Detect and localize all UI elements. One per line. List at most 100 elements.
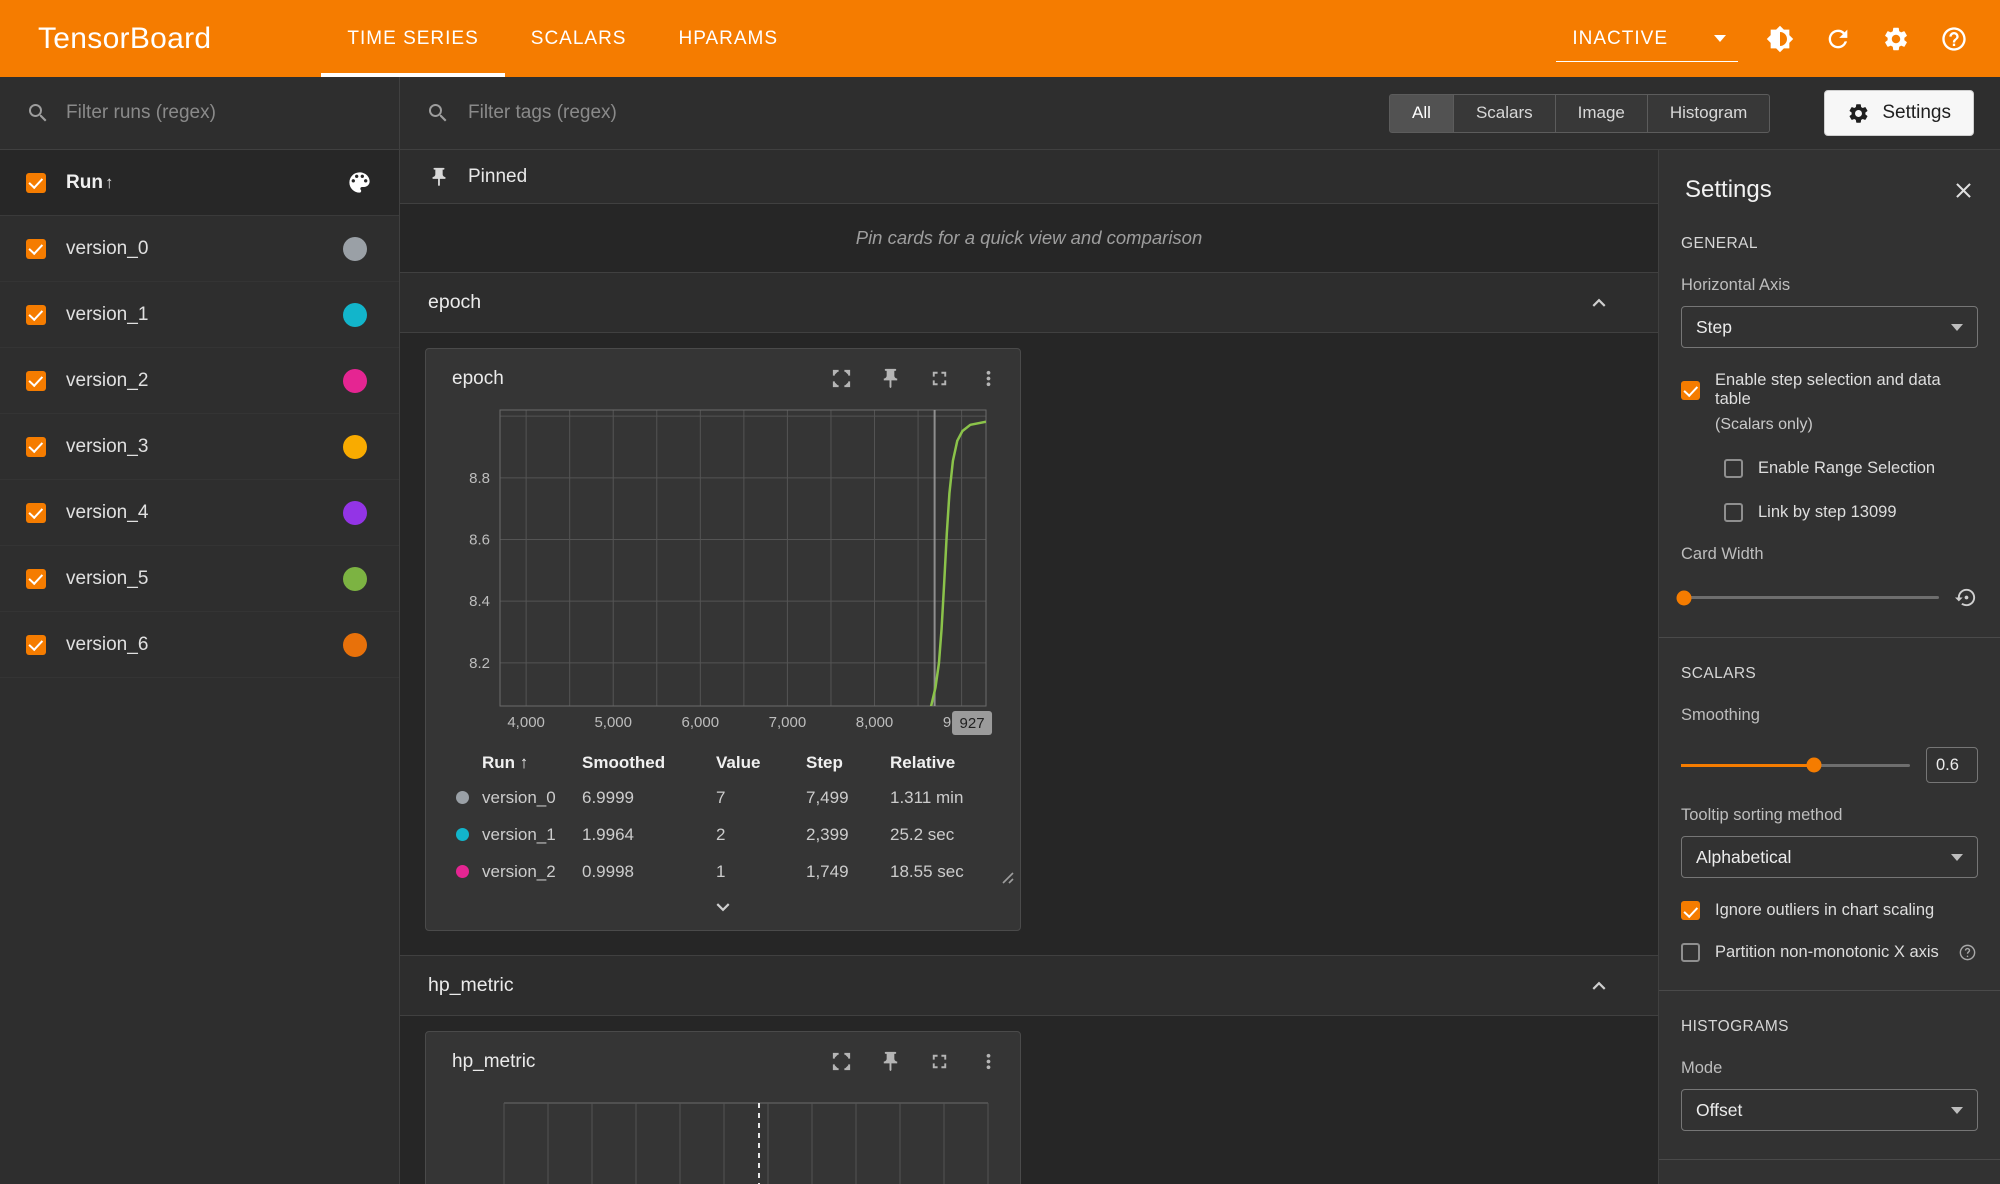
filter-image-button[interactable]: Image: [1555, 94, 1648, 133]
chevron-up-icon[interactable]: [1586, 973, 1612, 999]
fit-to-data-icon[interactable]: [830, 1050, 853, 1073]
tags-filter-input[interactable]: [468, 102, 1371, 124]
run-checkbox[interactable]: [26, 305, 46, 325]
section-title: hp_metric: [428, 974, 514, 997]
global-settings-button[interactable]: [1880, 23, 1912, 55]
nav-tabs: TIME SERIES SCALARS HPARAMS: [321, 0, 804, 77]
partition-x-axis-checkbox[interactable]: [1681, 943, 1700, 962]
open-settings-button[interactable]: Settings: [1824, 90, 1974, 136]
help-button[interactable]: [1938, 23, 1970, 55]
cell-value: 2: [716, 825, 806, 845]
settings-title: Settings: [1685, 176, 1772, 204]
step-selection-row[interactable]: Enable step selection and data table: [1681, 371, 1978, 409]
hp-metric-chart[interactable]: [438, 1079, 998, 1184]
ignore-outliers-row[interactable]: Ignore outliers in chart scaling: [1681, 901, 1978, 920]
more-options-icon[interactable]: [977, 1050, 1000, 1073]
run-checkbox[interactable]: [26, 371, 46, 391]
run-row-version-6[interactable]: version_6: [0, 612, 399, 678]
section-header-hp-metric[interactable]: hp_metric: [400, 955, 1658, 1016]
run-row-version-3[interactable]: version_3: [0, 414, 399, 480]
section-header-epoch[interactable]: epoch: [400, 272, 1658, 333]
cell-smoothed: 0.9998: [582, 862, 716, 882]
run-row-version-1[interactable]: version_1: [0, 282, 399, 348]
card-width-slider[interactable]: [1681, 596, 1939, 599]
fit-to-data-icon[interactable]: [830, 367, 853, 390]
refresh-button[interactable]: [1822, 23, 1854, 55]
svg-text:927: 927: [960, 715, 985, 732]
run-color-dot: [456, 865, 469, 878]
divider: [1659, 1159, 2000, 1160]
resize-handle[interactable]: [999, 869, 1014, 884]
slider-thumb[interactable]: [1676, 590, 1691, 605]
partition-x-axis-row[interactable]: Partition non-monotonic X axis: [1681, 943, 1978, 962]
col-value[interactable]: Value: [716, 753, 806, 773]
smoothing-slider-row: [1681, 747, 1978, 783]
col-run[interactable]: Run ↑: [482, 753, 582, 773]
horizontal-axis-select[interactable]: Step: [1681, 306, 1978, 348]
run-name: version_2: [66, 370, 148, 392]
header-actions: INACTIVE: [1556, 0, 2000, 77]
cell-relative: 18.55 sec: [890, 862, 1002, 882]
range-selection-checkbox[interactable]: [1724, 459, 1743, 478]
tab-scalars[interactable]: SCALARS: [505, 0, 653, 77]
gear-icon: [1847, 102, 1870, 125]
cell-relative: 1.311 min: [890, 788, 1002, 808]
smoothing-value-input[interactable]: [1926, 747, 1978, 783]
filter-histogram-button[interactable]: Histogram: [1647, 94, 1770, 133]
dashboard: Pinned Pin cards for a quick view and co…: [400, 150, 1659, 1184]
run-checkbox[interactable]: [26, 437, 46, 457]
app-body: Run↑ version_0 version_1 version_2 versi: [0, 77, 2000, 1184]
run-checkbox[interactable]: [26, 503, 46, 523]
chevron-up-icon[interactable]: [1586, 290, 1612, 316]
selected-value: Offset: [1696, 1100, 1742, 1121]
run-row-version-4[interactable]: version_4: [0, 480, 399, 546]
pin-icon[interactable]: [879, 367, 902, 390]
filter-all-button[interactable]: All: [1389, 94, 1454, 133]
chevron-down-icon[interactable]: [710, 894, 736, 920]
ignore-outliers-checkbox[interactable]: [1681, 901, 1700, 920]
tab-time-series[interactable]: TIME SERIES: [321, 0, 504, 77]
close-icon[interactable]: [1951, 178, 1976, 203]
palette-icon[interactable]: [346, 169, 373, 196]
pin-icon[interactable]: [879, 1050, 902, 1073]
epoch-line-chart[interactable]: 4,0005,0006,0007,0008,0009,0008.88.68.48…: [438, 396, 998, 736]
tags-toolbar: All Scalars Image Histogram Settings: [400, 77, 2000, 150]
cell-run: version_2: [482, 862, 582, 882]
cell-run: version_1: [482, 825, 582, 845]
tag-type-filter-group: All Scalars Image Histogram: [1389, 94, 1770, 133]
run-color-dot: [343, 369, 367, 393]
settings-panel-header: Settings: [1681, 150, 1978, 208]
reset-card-width-icon[interactable]: [1955, 586, 1978, 609]
tab-label: HPARAMS: [678, 28, 778, 50]
col-step[interactable]: Step: [806, 753, 890, 773]
run-checkbox[interactable]: [26, 635, 46, 655]
filter-scalars-button[interactable]: Scalars: [1453, 94, 1556, 133]
smoothing-slider[interactable]: [1681, 764, 1910, 767]
more-options-icon[interactable]: [977, 367, 1000, 390]
help-icon[interactable]: [1958, 943, 1977, 962]
hp-metric-card-area: hp_metric: [400, 1016, 1658, 1184]
table-header-row: Run ↑ Smoothed Value Step Relative: [456, 746, 1020, 779]
select-all-runs-checkbox[interactable]: [26, 173, 46, 193]
range-selection-row[interactable]: Enable Range Selection: [1724, 459, 1978, 478]
run-row-version-2[interactable]: version_2: [0, 348, 399, 414]
tooltip-sort-select[interactable]: Alphabetical: [1681, 836, 1978, 878]
runs-filter-input[interactable]: [66, 102, 373, 124]
col-relative[interactable]: Relative: [890, 753, 1002, 773]
col-smoothed[interactable]: Smoothed: [582, 753, 716, 773]
run-checkbox[interactable]: [26, 239, 46, 259]
run-row-version-0[interactable]: version_0: [0, 216, 399, 282]
step-selection-checkbox[interactable]: [1681, 381, 1700, 400]
run-status-dropdown[interactable]: INACTIVE: [1556, 0, 1738, 77]
histogram-mode-select[interactable]: Offset: [1681, 1089, 1978, 1131]
link-by-step-row[interactable]: Link by step 13099: [1724, 503, 1978, 522]
slider-thumb[interactable]: [1806, 758, 1821, 773]
brightness-toggle-button[interactable]: [1764, 23, 1796, 55]
fullscreen-icon[interactable]: [928, 1050, 951, 1073]
run-row-version-5[interactable]: version_5: [0, 546, 399, 612]
app-title: TensorBoard: [0, 22, 211, 56]
fullscreen-icon[interactable]: [928, 367, 951, 390]
link-by-step-checkbox[interactable]: [1724, 503, 1743, 522]
tab-hparams[interactable]: HPARAMS: [652, 0, 804, 77]
run-checkbox[interactable]: [26, 569, 46, 589]
